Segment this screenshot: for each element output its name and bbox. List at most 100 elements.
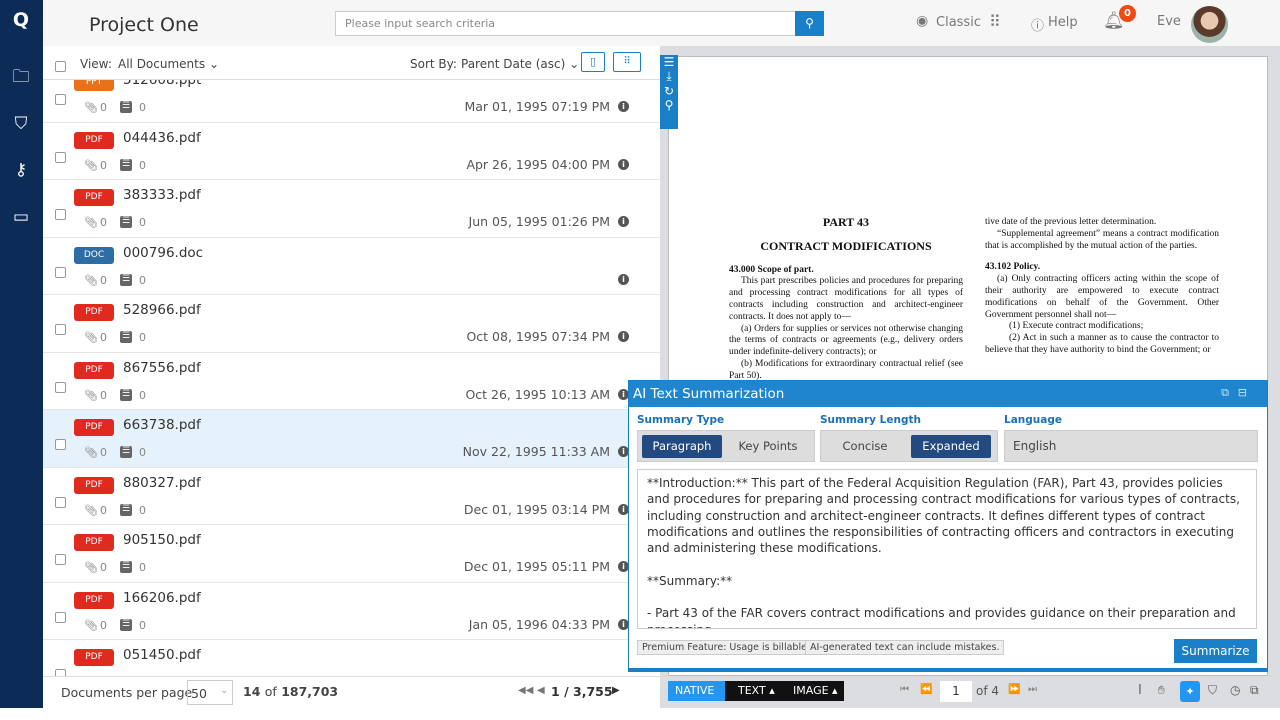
next-page-icon[interactable]: ⏩ — [1008, 684, 1020, 695]
tab-image[interactable]: IMAGE ▴ — [793, 684, 838, 697]
page-number-input[interactable]: 1 — [940, 681, 972, 702]
row-checkbox[interactable] — [55, 439, 66, 450]
menu-icon[interactable]: ☰ — [660, 55, 678, 69]
table-row[interactable]: PDF 044436.pdf 📎︎ 0 ☰ 0 Apr 26, 1995 04:0… — [43, 123, 660, 180]
table-row[interactable]: PDF 880327.pdf 📎︎ 0 ☰ 0 Dec 01, 1995 03:1… — [43, 468, 660, 525]
row-checkbox[interactable] — [55, 669, 66, 676]
user-name[interactable]: Eve — [1157, 14, 1181, 29]
tab-native[interactable]: NATIVE — [668, 681, 725, 701]
prev-page-icon[interactable]: ◀ — [537, 685, 545, 696]
sort-dropdown[interactable]: Parent Date (asc) ⌄ — [461, 57, 579, 71]
file-name[interactable]: 528966.pdf — [123, 302, 201, 318]
summary-length-label: Summary Length — [820, 414, 921, 426]
table-row[interactable]: PPT 512608.ppt 📎︎ 0 ☰ 0 Mar 01, 1995 07:1… — [43, 80, 660, 123]
key-icon[interactable]: ⚷ — [10, 159, 32, 181]
chevron-down-icon: ⌄ — [208, 57, 220, 71]
table-row[interactable]: DOC 000796.doc 📎︎ 0 ☰ 0 i — [43, 238, 660, 295]
attachment-count: 0 — [100, 158, 107, 172]
file-name[interactable]: 166206.pdf — [123, 590, 201, 606]
view-value: All Documents — [118, 57, 206, 71]
help-icon[interactable]: ⓘ — [1031, 15, 1044, 34]
language-select[interactable]: English — [1004, 430, 1258, 462]
table-row[interactable]: PDF 905150.pdf 📎︎ 0 ☰ 0 Dec 01, 1995 05:1… — [43, 525, 660, 583]
hand-icon[interactable]: ✋︎ — [1158, 683, 1165, 698]
attachment-count: 0 — [100, 273, 107, 287]
search-icon[interactable]: ⚲ — [660, 98, 678, 112]
info-icon[interactable]: i — [618, 101, 629, 112]
row-checkbox[interactable] — [55, 324, 66, 335]
select-all-checkbox[interactable] — [55, 61, 66, 72]
avatar[interactable] — [1191, 6, 1228, 43]
classic-toggle[interactable]: Classic — [936, 15, 981, 30]
popout-icon[interactable]: ⧉ — [1221, 386, 1229, 400]
refresh-icon[interactable]: ↻ — [660, 84, 678, 98]
language-label: Language — [1004, 414, 1062, 426]
summary-output[interactable]: **Introduction:** This part of the Feder… — [637, 469, 1257, 629]
search-input[interactable]: Please input search criteria — [335, 11, 796, 36]
download-icon[interactable]: ⤓ — [660, 69, 678, 84]
tag-icon[interactable]: ⛉ — [10, 113, 32, 135]
file-name[interactable]: 051450.pdf — [123, 647, 201, 663]
row-checkbox[interactable] — [55, 611, 66, 623]
toolbox-icon[interactable]: ▭ — [10, 206, 32, 228]
ai-sparkle-icon[interactable]: ✦ — [1180, 681, 1200, 702]
next-page-icon[interactable]: ▶ — [612, 685, 620, 696]
list-view-button[interactable]: ▯ — [581, 52, 605, 72]
history-icon[interactable]: ◷ — [1230, 683, 1240, 697]
summarize-button[interactable]: Summarize — [1174, 639, 1257, 663]
table-row[interactable]: PDF 528966.pdf 📎︎ 0 ☰ 0 Oct 08, 1995 07:3… — [43, 295, 660, 353]
external-link-icon[interactable]: ⧉ — [1250, 683, 1259, 698]
first-page-icon[interactable]: ◀◀ — [518, 685, 533, 696]
file-name[interactable]: 000796.doc — [123, 245, 203, 261]
info-icon[interactable]: i — [618, 331, 629, 342]
tags-icon[interactable]: ⛉ — [1208, 683, 1217, 698]
text-cursor-icon[interactable]: I — [1138, 683, 1142, 698]
help-link[interactable]: Help — [1048, 15, 1078, 30]
first-page-icon[interactable]: ⏮ — [900, 684, 909, 695]
key-points-option[interactable]: Key Points — [728, 435, 808, 458]
concise-option[interactable]: Concise — [825, 435, 905, 458]
apps-grid-icon[interactable]: ⠿ — [989, 12, 1001, 31]
table-row[interactable]: PDF 663738.pdf 📎︎ 0 ☰ 0 Nov 22, 1995 11:3… — [43, 410, 660, 468]
document-date: Jan 05, 1996 04:33 PM — [468, 616, 610, 632]
row-checkbox[interactable] — [55, 554, 66, 565]
table-row[interactable]: PDF 166206.pdf 📎︎ 0 ☰ 0 Jan 05, 1996 04:3… — [43, 583, 660, 640]
row-checkbox[interactable] — [55, 151, 66, 163]
file-name[interactable]: 383333.pdf — [123, 187, 201, 203]
file-name[interactable]: 044436.pdf — [123, 130, 201, 146]
per-page-select[interactable]: 50 ⌄ — [187, 680, 233, 705]
paragraph-option[interactable]: Paragraph — [642, 435, 722, 458]
table-row[interactable]: PDF 051450.pdf — [43, 640, 660, 676]
info-icon[interactable]: i — [618, 273, 629, 285]
search-button[interactable]: ⚲ — [795, 11, 824, 36]
row-checkbox[interactable] — [55, 94, 66, 105]
file-type-badge: DOC — [74, 246, 114, 264]
info-icon[interactable]: i — [618, 158, 629, 170]
expanded-option[interactable]: Expanded — [911, 435, 991, 458]
table-row[interactable]: PDF 867556.pdf 📎︎ 0 ☰ 0 Oct 26, 1995 10:1… — [43, 353, 660, 410]
grid-view-button[interactable]: ⠿ — [613, 52, 641, 72]
row-checkbox[interactable] — [55, 266, 66, 278]
tab-text[interactable]: TEXT ▴ — [738, 684, 775, 697]
row-checkbox[interactable] — [55, 381, 66, 393]
row-checkbox[interactable] — [55, 209, 66, 220]
file-name[interactable]: 867556.pdf — [123, 360, 201, 376]
viewer-side-toolbar: ☰ ⤓ ↻ ⚲ — [660, 55, 678, 129]
folder-icon[interactable]: 🗀 — [10, 66, 32, 88]
prev-page-icon[interactable]: ⏪ — [920, 684, 932, 695]
file-name[interactable]: 905150.pdf — [123, 532, 201, 548]
chevron-down-icon: ⌄ — [220, 686, 228, 696]
file-name[interactable]: 663738.pdf — [123, 417, 201, 433]
file-name[interactable]: 512608.ppt — [123, 80, 201, 88]
document-date: Oct 08, 1995 07:34 PM — [466, 329, 610, 344]
row-checkbox[interactable] — [55, 496, 66, 508]
toggle-icon[interactable]: ◉ — [916, 13, 928, 29]
info-icon[interactable]: i — [618, 216, 629, 227]
minimize-icon[interactable]: ⊟ — [1238, 386, 1247, 399]
page-indicator: 1 / 3,755 — [551, 684, 613, 699]
notes-icon: ☰ — [120, 503, 132, 516]
file-name[interactable]: 880327.pdf — [123, 475, 201, 491]
view-dropdown[interactable]: All Documents ⌄ — [118, 57, 219, 71]
table-row[interactable]: PDF 383333.pdf 📎︎ 0 ☰ 0 Jun 05, 1995 01:2… — [43, 180, 660, 238]
last-page-icon[interactable]: ⏭ — [1028, 684, 1037, 695]
